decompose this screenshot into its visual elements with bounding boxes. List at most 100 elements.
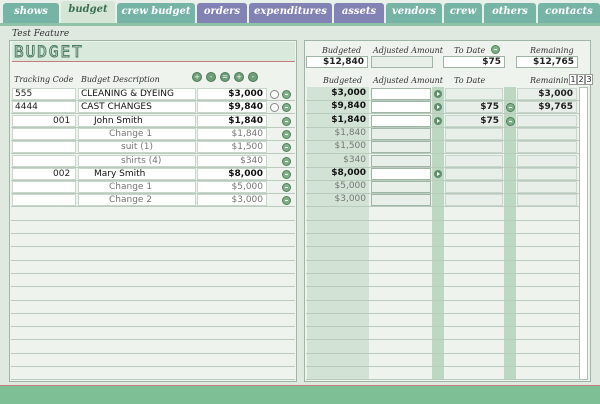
tracking-code-field[interactable] bbox=[12, 141, 76, 154]
tab-orders[interactable]: orders bbox=[197, 3, 247, 23]
description-field[interactable]: suit (1) bbox=[78, 141, 196, 154]
amount-field[interactable]: $1,840 bbox=[197, 114, 267, 127]
description-field[interactable]: Change 2 bbox=[78, 194, 196, 207]
summary-budgeted-value: $12,840 bbox=[306, 56, 368, 68]
tab-others[interactable]: others bbox=[484, 3, 536, 23]
remaining-value bbox=[517, 194, 577, 207]
row-grid-line bbox=[11, 208, 295, 221]
tracking-code-field[interactable]: 002 bbox=[12, 167, 76, 180]
tracking-code-field[interactable]: 4444 bbox=[12, 101, 76, 114]
page-3[interactable]: 3 bbox=[585, 74, 593, 85]
adjusted-amount-input[interactable] bbox=[371, 154, 431, 167]
row-grid-line bbox=[11, 341, 295, 354]
summary-adjusted-value bbox=[371, 56, 433, 68]
amount-field[interactable]: $1,500 bbox=[197, 141, 267, 154]
amount-field[interactable]: $8,000 bbox=[197, 167, 267, 180]
amount-field[interactable]: $3,000 bbox=[197, 194, 267, 207]
row-remove-icon[interactable] bbox=[282, 156, 291, 166]
to-date-value bbox=[445, 167, 503, 180]
tracking-code-field[interactable]: 555 bbox=[12, 88, 76, 100]
budgeted-value: $8,000 bbox=[331, 167, 366, 178]
remaining-value bbox=[517, 181, 577, 194]
tab-contacts[interactable]: contacts bbox=[538, 3, 600, 23]
budgeted-value: $3,000 bbox=[331, 88, 366, 98]
to-date-detail-icon[interactable] bbox=[506, 116, 515, 126]
page-1[interactable]: 1 bbox=[569, 74, 577, 85]
budgeted-value: $1,840 bbox=[331, 114, 366, 125]
select-radio[interactable] bbox=[270, 90, 279, 99]
feature-title: Test Feature bbox=[12, 29, 70, 39]
remaining-value bbox=[517, 167, 577, 180]
row-grid-line bbox=[306, 234, 579, 248]
description-field[interactable]: John Smith bbox=[78, 114, 196, 127]
description-field[interactable]: shirts (4) bbox=[78, 154, 196, 167]
adjusted-amount-input[interactable] bbox=[371, 114, 431, 127]
footer-bar bbox=[0, 385, 600, 404]
page-2[interactable]: 2 bbox=[577, 74, 585, 85]
remaining-value bbox=[517, 114, 577, 127]
tab-bar: shows budget crew budget orders expenditures… bbox=[0, 0, 600, 24]
row-grid-line bbox=[11, 261, 295, 274]
summary-budgeted-header: Budgeted bbox=[322, 46, 362, 55]
to-date-header: To Date bbox=[454, 76, 486, 85]
to-date-value: $75 bbox=[445, 101, 503, 114]
tab-assets[interactable]: assets bbox=[334, 3, 384, 23]
to-date-value bbox=[445, 127, 503, 140]
budgeted-value: $340 bbox=[343, 154, 366, 165]
tracking-code-field[interactable]: 001 bbox=[12, 114, 76, 127]
remove-icon[interactable]: - bbox=[248, 72, 258, 82]
adjust-arrow-icon[interactable] bbox=[434, 90, 442, 98]
tab-shows[interactable]: shows bbox=[3, 3, 59, 23]
adjusted-amount-input[interactable] bbox=[371, 194, 431, 207]
adjusted-amount-input[interactable] bbox=[371, 88, 431, 100]
tab-expenditures[interactable]: expenditures bbox=[249, 3, 332, 23]
level-icon[interactable]: = bbox=[220, 72, 230, 82]
scrollbar[interactable] bbox=[579, 87, 588, 380]
amount-field[interactable]: $1,840 bbox=[197, 127, 267, 140]
row-grid-line bbox=[306, 248, 579, 261]
description-field[interactable]: CAST CHANGES bbox=[78, 101, 196, 114]
budget-logo: BUDGET bbox=[12, 42, 295, 62]
row-remove-icon[interactable] bbox=[282, 116, 291, 126]
tracking-code-field[interactable] bbox=[12, 127, 76, 140]
to-date-value bbox=[445, 88, 503, 100]
add-icon[interactable]: + bbox=[234, 72, 244, 82]
tracking-code-field[interactable] bbox=[12, 181, 76, 194]
description-field[interactable]: CLEANING & DYEING bbox=[78, 88, 196, 100]
row-grid-line bbox=[11, 314, 295, 328]
tracking-code-field[interactable] bbox=[12, 194, 76, 207]
tracking-code-field[interactable] bbox=[12, 154, 76, 167]
tab-vendors[interactable]: vendors bbox=[386, 3, 442, 23]
row-remove-icon[interactable] bbox=[282, 169, 291, 179]
tab-crew[interactable]: crew bbox=[444, 3, 482, 23]
adjusted-amount-input[interactable] bbox=[371, 167, 431, 180]
refresh-icon[interactable] bbox=[491, 45, 500, 54]
summary-remaining-value: $12,765 bbox=[516, 56, 578, 68]
adjusted-amount-input[interactable] bbox=[371, 101, 431, 114]
summary-to-date-value: $75 bbox=[443, 56, 505, 68]
adjusted-amount-input[interactable] bbox=[371, 127, 431, 140]
description-field[interactable]: Mary Smith bbox=[78, 167, 196, 180]
adjust-arrow-icon[interactable] bbox=[434, 169, 442, 178]
row-remove-icon[interactable] bbox=[282, 90, 291, 99]
amount-field[interactable]: $3,000 bbox=[197, 88, 267, 100]
adjusted-header: Adjusted Amount bbox=[373, 76, 443, 85]
tracking-code-header: Tracking Code bbox=[14, 75, 74, 84]
amount-field[interactable]: $5,000 bbox=[197, 181, 267, 194]
tab-budget[interactable]: budget bbox=[61, 1, 115, 24]
row-remove-icon[interactable] bbox=[282, 129, 291, 139]
row-grid-line bbox=[306, 301, 579, 314]
adjusted-amount-input[interactable] bbox=[371, 141, 431, 154]
amount-field[interactable]: $9,840 bbox=[197, 101, 267, 114]
adjust-arrow-icon[interactable] bbox=[434, 116, 442, 125]
budget-description-header: Budget Description bbox=[81, 75, 160, 84]
description-field[interactable]: Change 1 bbox=[78, 127, 196, 140]
remaining-value bbox=[517, 141, 577, 154]
tab-crew-budget[interactable]: crew budget bbox=[117, 3, 195, 23]
budgeted-value: $3,000 bbox=[334, 194, 367, 205]
expand-all-icon[interactable]: + bbox=[192, 72, 202, 82]
collapse-icon[interactable]: - bbox=[206, 72, 216, 82]
description-field[interactable]: Change 1 bbox=[78, 181, 196, 194]
amount-field[interactable]: $340 bbox=[197, 154, 267, 167]
adjusted-amount-input[interactable] bbox=[371, 181, 431, 194]
